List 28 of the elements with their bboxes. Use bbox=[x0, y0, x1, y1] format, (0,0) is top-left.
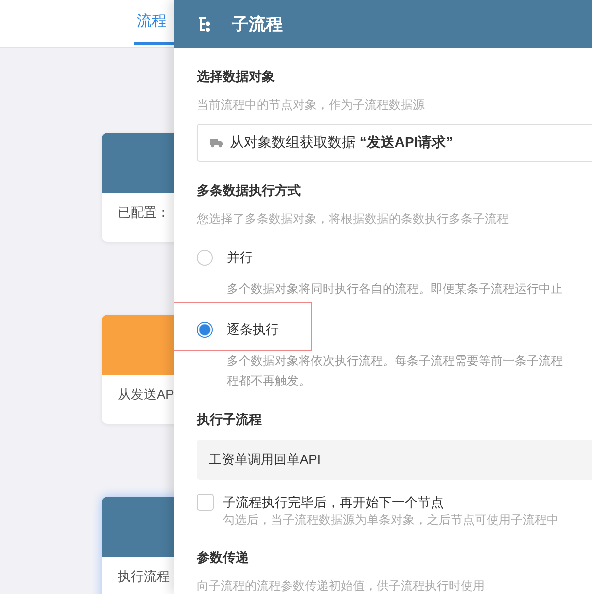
section-description: 向子流程的流程参数传递初始值，供子流程执行时使用 bbox=[197, 578, 486, 594]
section-description: 当前流程中的节点对象，作为子流程数据源 bbox=[197, 97, 426, 113]
option-description: 多个数据对象将同时执行各自的流程。即便某条子流程运行中止 bbox=[227, 281, 564, 298]
section-title: 多条数据执行方式 bbox=[197, 182, 302, 200]
section-description: 您选择了多条数据对象，将根据数据的条数执行多条子流程 bbox=[197, 211, 510, 227]
node-card[interactable]: 已配置： bbox=[102, 133, 174, 242]
checkbox-hint: 勾选后，当子流程数据源为单条对象，之后节点可使用子流程中 bbox=[223, 512, 559, 529]
node-card[interactable]: 从发送AP bbox=[102, 315, 174, 424]
section-title: 执行子流程 bbox=[197, 411, 263, 429]
truck-icon bbox=[210, 138, 224, 148]
radio-label: 并行 bbox=[227, 249, 253, 267]
field-value: 从对象数组获取数据 “发送API请求” bbox=[230, 134, 454, 152]
card-text: 已配置： bbox=[118, 205, 170, 220]
section-title: 参数传递 bbox=[197, 549, 250, 567]
subflow-select[interactable]: 工资单调用回单API bbox=[197, 440, 592, 480]
checkbox[interactable] bbox=[197, 494, 214, 511]
section-title: 选择数据对象 bbox=[197, 68, 276, 86]
subflow-icon bbox=[197, 16, 213, 32]
radio-label: 逐条执行 bbox=[227, 321, 279, 339]
checkbox-label: 子流程执行完毕后，再开始下一个节点 bbox=[223, 494, 445, 511]
card-text: 执行流程 bbox=[118, 569, 170, 584]
node-card[interactable]: 执行流程 bbox=[102, 497, 174, 594]
panel-title: 子流程 bbox=[232, 14, 283, 36]
radio-button[interactable] bbox=[197, 322, 213, 338]
data-source-field[interactable]: 从对象数组获取数据 “发送API请求” bbox=[197, 124, 592, 162]
card-text: 从发送AP bbox=[118, 387, 174, 402]
radio-button[interactable] bbox=[197, 250, 213, 266]
option-description: 多个数据对象将依次执行流程。每条子流程需要等前一条子流程 程都不再触发。 bbox=[227, 353, 564, 390]
